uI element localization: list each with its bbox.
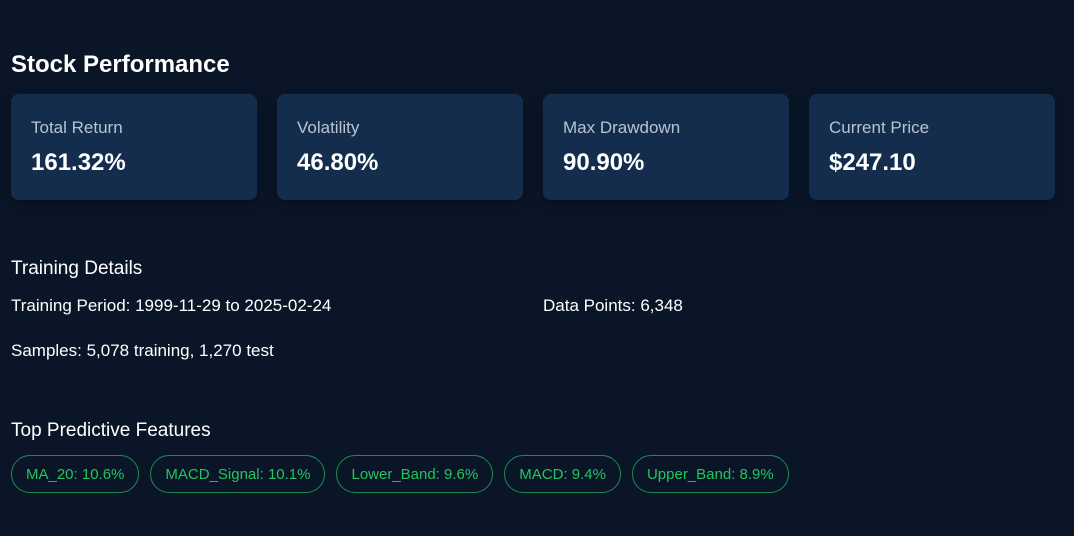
training-period: Training Period: 1999-11-29 to 2025-02-2… [11,296,332,315]
top-features-title: Top Predictive Features [11,420,211,441]
page-title: Stock Performance [11,51,230,78]
metric-value: 161.32% [31,149,126,176]
feature-chip-ma-20: MA_20: 10.6% [11,455,140,493]
feature-chip-upper-band: Upper_Band: 8.9% [631,455,789,493]
samples-info: Samples: 5,078 training, 1,270 test [11,341,274,360]
metric-card-volatility: Volatility 46.80% [277,94,523,200]
metric-card-current-price: Current Price $247.10 [809,94,1055,200]
metrics-row: Total Return 161.32% Volatility 46.80% M… [11,94,1055,200]
training-details-title: Training Details [11,258,143,279]
metric-value: 90.90% [563,149,645,176]
feature-chip-macd: MACD: 9.4% [504,455,621,493]
metric-label: Max Drawdown [563,118,681,137]
metric-label: Current Price [829,118,930,137]
feature-chip-list: MA_20: 10.6% MACD_Signal: 10.1% Lower_Ba… [11,455,789,493]
feature-chip-lower-band: Lower_Band: 9.6% [336,455,494,493]
metric-label: Volatility [297,118,360,137]
metric-card-total-return: Total Return 161.32% [11,94,257,200]
data-points: Data Points: 6,348 [543,296,683,315]
metric-value: $247.10 [829,149,916,176]
metric-card-max-drawdown: Max Drawdown 90.90% [543,94,789,200]
metric-label: Total Return [31,118,123,137]
metric-value: 46.80% [297,149,379,176]
stock-performance-page: Stock Performance Total Return 161.32% V… [0,0,1074,536]
feature-chip-macd-signal: MACD_Signal: 10.1% [150,455,326,493]
